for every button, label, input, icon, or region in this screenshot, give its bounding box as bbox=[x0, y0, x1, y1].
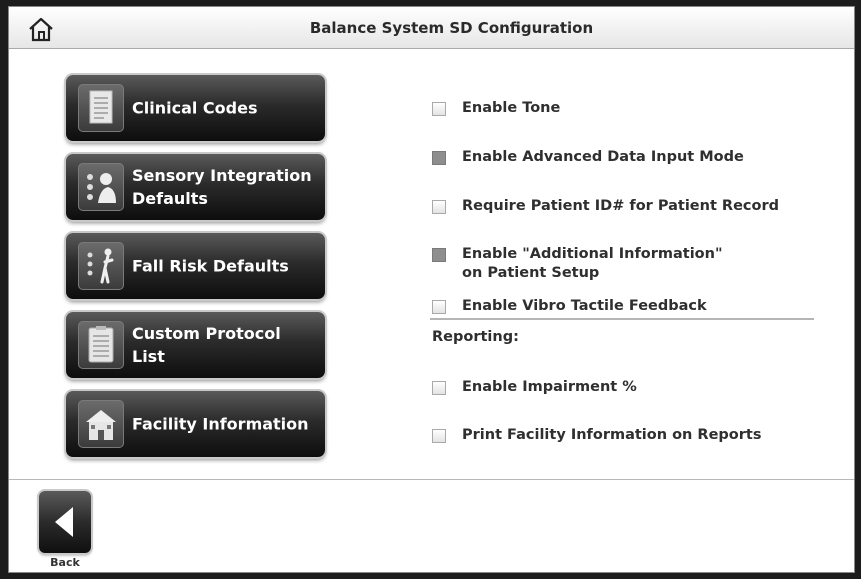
nav-label: Custom Protocol List bbox=[132, 324, 281, 366]
nav-label: Facility Information bbox=[132, 414, 309, 434]
footer: Back bbox=[9, 479, 854, 572]
enable-tone-checkbox[interactable] bbox=[432, 102, 446, 116]
option-label: Print Facility Information on Reports bbox=[462, 427, 762, 443]
facility-icon bbox=[78, 400, 124, 448]
option-label: Enable Impairment % bbox=[462, 379, 637, 395]
page-title: Balance System SD Configuration bbox=[309, 19, 594, 37]
back-button[interactable] bbox=[39, 491, 91, 553]
option-label: Enable "Additional Information" on Patie… bbox=[462, 246, 723, 281]
nav-label: Sensory Integration Defaults bbox=[132, 166, 312, 208]
print-facility-information-checkbox[interactable] bbox=[432, 429, 446, 443]
enable-advanced-data-input-checkbox[interactable] bbox=[432, 151, 446, 165]
main-content: Clinical Codes Sensory Integration Defau… bbox=[9, 49, 854, 479]
back-label: Back bbox=[50, 556, 80, 569]
enable-impairment-checkbox[interactable] bbox=[432, 381, 446, 395]
divider bbox=[430, 318, 814, 320]
option-label: Enable Advanced Data Input Mode bbox=[462, 149, 744, 165]
facility-information-button[interactable]: Facility Information bbox=[66, 391, 325, 457]
title-bar: Balance System SD Configuration bbox=[9, 7, 854, 49]
sensory-integration-defaults-button[interactable]: Sensory Integration Defaults bbox=[66, 154, 325, 220]
nav-label: Clinical Codes bbox=[132, 98, 258, 118]
enable-additional-information-checkbox[interactable] bbox=[432, 248, 446, 262]
reporting-heading: Reporting: bbox=[432, 329, 519, 345]
option-label: Enable Tone bbox=[462, 100, 561, 116]
require-patient-id-checkbox[interactable] bbox=[432, 200, 446, 214]
enable-vibro-tactile-checkbox[interactable] bbox=[432, 300, 446, 314]
protocol-list-icon bbox=[78, 321, 124, 369]
option-label: Enable Vibro Tactile Feedback bbox=[462, 298, 707, 314]
nav-label: Fall Risk Defaults bbox=[132, 256, 289, 276]
app-window: Balance System SD Configuration Clinical… bbox=[8, 6, 855, 573]
fall-risk-defaults-button[interactable]: Fall Risk Defaults bbox=[66, 233, 325, 299]
clinical-codes-button[interactable]: Clinical Codes bbox=[66, 75, 325, 141]
document-icon bbox=[78, 84, 124, 132]
sensory-icon bbox=[78, 163, 124, 211]
back-arrow-icon bbox=[55, 507, 73, 537]
option-label: Require Patient ID# for Patient Record bbox=[462, 198, 780, 214]
fall-risk-icon bbox=[78, 242, 124, 290]
custom-protocol-list-button[interactable]: Custom Protocol List bbox=[66, 312, 325, 378]
